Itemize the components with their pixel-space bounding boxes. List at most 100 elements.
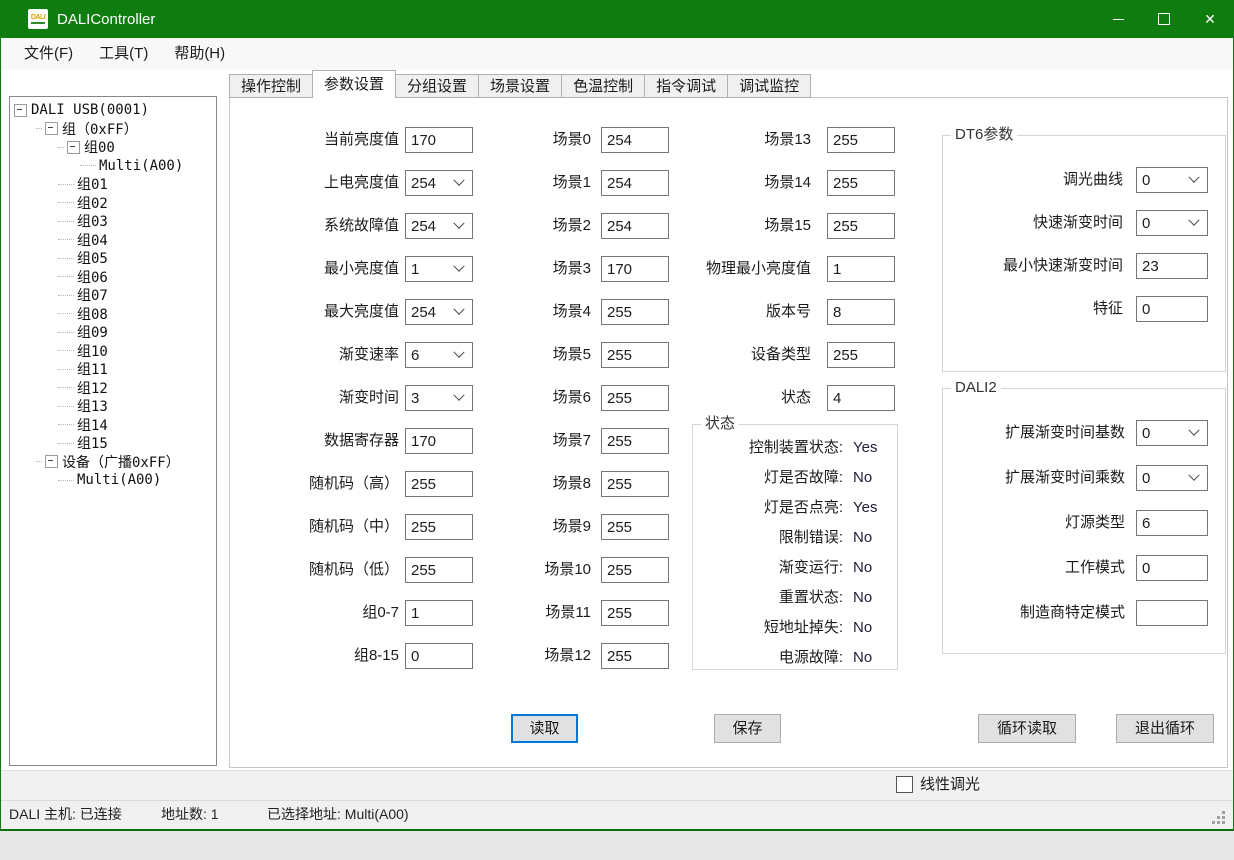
menu-item-1[interactable]: 工具(T) xyxy=(86,38,161,70)
scene-15-input[interactable]: 255 xyxy=(827,213,895,239)
tree-item-19[interactable]: 设备（广播0xFF） xyxy=(10,453,216,472)
scene-13-input[interactable]: 255 xyxy=(827,127,895,153)
tree-item-10[interactable]: 组07 xyxy=(10,286,216,305)
scene-14-input[interactable]: 255 xyxy=(827,170,895,196)
data-register-input[interactable]: 170 xyxy=(405,428,473,454)
tree-item-1[interactable]: 组（0xFF） xyxy=(10,120,216,139)
scene-2-input[interactable]: 254 xyxy=(601,213,669,239)
group-0-7-input[interactable]: 1 xyxy=(405,600,473,626)
menu-item-0[interactable]: 文件(F) xyxy=(11,38,86,70)
scene-7-input[interactable]: 255 xyxy=(601,428,669,454)
scene-3-input[interactable]: 170 xyxy=(601,256,669,282)
tree-item-6[interactable]: 组03 xyxy=(10,212,216,231)
dimming-curve-select[interactable]: 0 xyxy=(1136,167,1208,193)
scene-1-input[interactable]: 254 xyxy=(601,170,669,196)
system-failure-level-value: 254 xyxy=(406,218,455,235)
scene-12-input[interactable]: 255 xyxy=(601,643,669,669)
scene-9-input[interactable]: 255 xyxy=(601,514,669,540)
group-8-15-input[interactable]: 0 xyxy=(405,643,473,669)
tree-item-4[interactable]: 组01 xyxy=(10,175,216,194)
loop-read-button[interactable]: 循环读取 xyxy=(978,714,1076,743)
group-8-15-label: 组8-15 xyxy=(251,643,399,669)
tree-connector xyxy=(58,147,64,148)
tree-item-9[interactable]: 组06 xyxy=(10,268,216,287)
features-input[interactable]: 0 xyxy=(1136,296,1208,322)
light-source-type-input[interactable]: 6 xyxy=(1136,510,1208,536)
fade-rate-select[interactable]: 6 xyxy=(405,342,473,368)
min-fast-fade-time-input[interactable]: 23 xyxy=(1136,253,1208,279)
current-level-input[interactable]: 170 xyxy=(405,127,473,153)
tree-item-11[interactable]: 组08 xyxy=(10,305,216,324)
physical-min-level-label: 物理最小亮度值 xyxy=(669,256,811,282)
tree-item-15[interactable]: 组12 xyxy=(10,379,216,398)
scene-4-input[interactable]: 255 xyxy=(601,299,669,325)
tree-item-2[interactable]: 组00 xyxy=(10,138,216,157)
tree-item-17[interactable]: 组14 xyxy=(10,416,216,435)
tree-item-20[interactable]: Multi(A00) xyxy=(10,471,216,490)
tab-strip: 操作控制参数设置分组设置场景设置色温控制指令调试调试监控 xyxy=(229,70,810,98)
power-on-level-label: 上电亮度值 xyxy=(251,170,399,196)
operating-mode-input[interactable]: 0 xyxy=(1136,555,1208,581)
tree-collapse-icon[interactable] xyxy=(45,455,58,468)
operating-mode-value: 0 xyxy=(1137,560,1207,577)
device-type-input[interactable]: 255 xyxy=(827,342,895,368)
tree-collapse-icon[interactable] xyxy=(67,141,80,154)
random-code-low-input[interactable]: 255 xyxy=(405,557,473,583)
random-code-high-input[interactable]: 255 xyxy=(405,471,473,497)
linear-dimming-checkbox-label: 线性调光 xyxy=(920,770,980,800)
tab-3[interactable]: 场景设置 xyxy=(478,74,562,98)
menu-item-2[interactable]: 帮助(H) xyxy=(161,38,238,70)
fade-time-select[interactable]: 3 xyxy=(405,385,473,411)
scene-8-input[interactable]: 255 xyxy=(601,471,669,497)
tab-0[interactable]: 操作控制 xyxy=(229,74,313,98)
minimize-button[interactable] xyxy=(1095,0,1141,38)
tab-4[interactable]: 色温控制 xyxy=(561,74,645,98)
random-code-mid-input[interactable]: 255 xyxy=(405,514,473,540)
power-on-level-select[interactable]: 254 xyxy=(405,170,473,196)
tree-item-13[interactable]: 组10 xyxy=(10,342,216,361)
tree-item-14[interactable]: 组11 xyxy=(10,360,216,379)
manufacturer-specific-mode-input[interactable] xyxy=(1136,600,1208,626)
scene-6-input[interactable]: 255 xyxy=(601,385,669,411)
save-button[interactable]: 保存 xyxy=(714,714,781,743)
tree-collapse-icon[interactable] xyxy=(45,122,58,135)
tab-6[interactable]: 调试监控 xyxy=(727,74,811,98)
tree-connector xyxy=(58,424,74,425)
linear-dimming-checkbox[interactable] xyxy=(896,776,913,793)
version-number-input[interactable]: 8 xyxy=(827,299,895,325)
physical-min-level-input[interactable]: 1 xyxy=(827,256,895,282)
min-level-select[interactable]: 1 xyxy=(405,256,473,282)
exit-loop-button[interactable]: 退出循环 xyxy=(1116,714,1214,743)
tree-item-3[interactable]: Multi(A00) xyxy=(10,157,216,176)
read-button[interactable]: 读取 xyxy=(511,714,578,743)
tree-collapse-icon[interactable] xyxy=(14,104,27,117)
tab-5[interactable]: 指令调试 xyxy=(644,74,728,98)
ext-fade-time-multiplier-select[interactable]: 0 xyxy=(1136,465,1208,491)
scene-0-input[interactable]: 254 xyxy=(601,127,669,153)
tree-item-8[interactable]: 组05 xyxy=(10,249,216,268)
tree-item-18[interactable]: 组15 xyxy=(10,434,216,453)
tree-item-16[interactable]: 组13 xyxy=(10,397,216,416)
maximize-button[interactable] xyxy=(1141,0,1187,38)
fast-fade-time-label: 快速渐变时间 xyxy=(951,210,1123,236)
system-failure-level-select[interactable]: 254 xyxy=(405,213,473,239)
scene-10-input[interactable]: 255 xyxy=(601,557,669,583)
tab-2[interactable]: 分组设置 xyxy=(395,74,479,98)
ext-fade-time-base-select[interactable]: 0 xyxy=(1136,420,1208,446)
current-level-value: 170 xyxy=(406,132,472,149)
close-button[interactable]: ✕ xyxy=(1187,0,1233,38)
tree-item-0[interactable]: DALI USB(0001) xyxy=(10,101,216,120)
tree-item-5[interactable]: 组02 xyxy=(10,194,216,213)
tab-1[interactable]: 参数设置 xyxy=(312,70,396,98)
status-groupbox-title: 状态 xyxy=(701,415,739,433)
status-value-input[interactable]: 4 xyxy=(827,385,895,411)
chevron-down-icon xyxy=(453,390,464,401)
scene-5-input[interactable]: 255 xyxy=(601,342,669,368)
fast-fade-time-select[interactable]: 0 xyxy=(1136,210,1208,236)
tree-item-7[interactable]: 组04 xyxy=(10,231,216,250)
tree-item-label: 组10 xyxy=(77,341,108,361)
scene-11-input[interactable]: 255 xyxy=(601,600,669,626)
tree-item-12[interactable]: 组09 xyxy=(10,323,216,342)
max-level-select[interactable]: 254 xyxy=(405,299,473,325)
resize-grip-icon[interactable] xyxy=(1212,811,1228,827)
